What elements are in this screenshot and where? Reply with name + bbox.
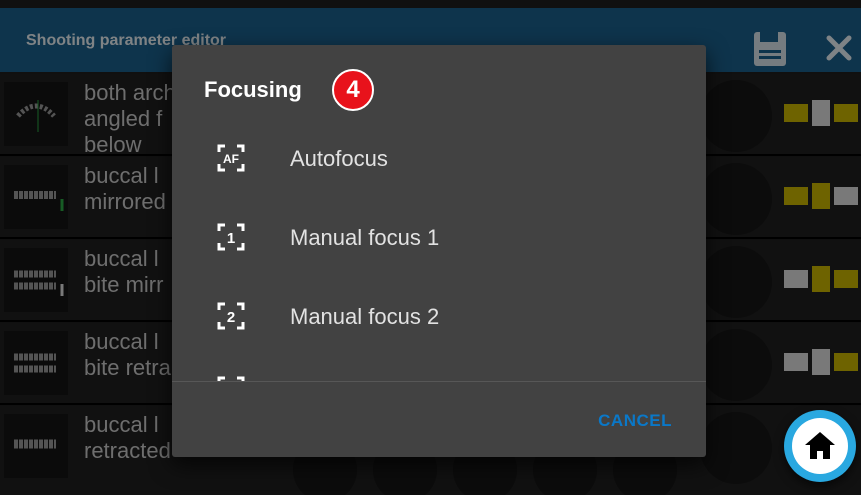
dialog-title: Focusing: [204, 77, 302, 102]
option-label: Manual focus 1: [290, 225, 440, 250]
manual-focus-1-icon: 1: [217, 223, 245, 251]
option-label: Manual focus 2: [290, 304, 440, 329]
option-manual-focus-2[interactable]: 2 Manual focus 2: [172, 277, 706, 355]
focusing-dialog: Focusing 4 AF Autofocus 1 Manual focus 1…: [172, 45, 706, 457]
home-button-inner: [792, 418, 848, 474]
step-badge: 4: [332, 69, 374, 111]
option-autofocus[interactable]: AF Autofocus: [172, 119, 706, 197]
manual-focus-2-icon: 2: [217, 302, 245, 330]
option-label: Autofocus: [290, 146, 388, 171]
home-icon: [805, 432, 835, 459]
svg-text:1: 1: [227, 230, 235, 247]
svg-text:2: 2: [227, 309, 235, 326]
autofocus-icon: AF: [217, 144, 245, 172]
dialog-divider: [172, 381, 706, 382]
home-button[interactable]: [784, 410, 856, 482]
option-manual-focus-1[interactable]: 1 Manual focus 1: [172, 198, 706, 276]
cancel-button[interactable]: CANCEL: [598, 411, 672, 431]
svg-text:AF: AF: [223, 152, 239, 166]
